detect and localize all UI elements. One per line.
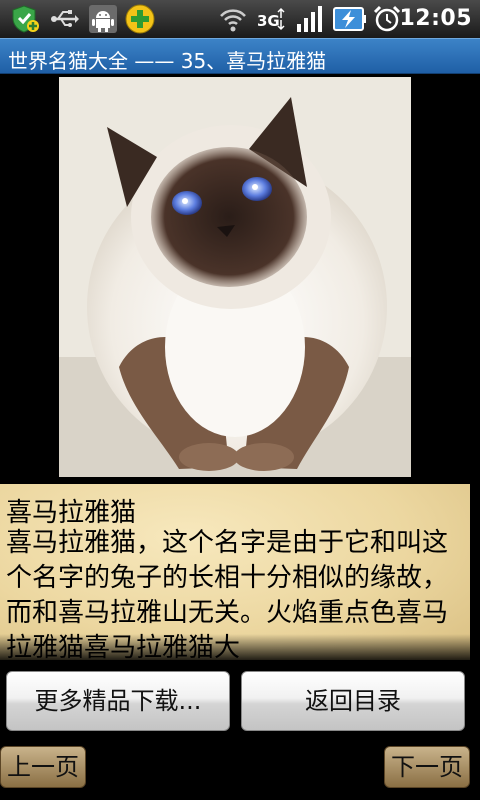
next-page-button[interactable]: 下一页: [384, 746, 470, 788]
back-to-index-button[interactable]: 返回目录: [241, 671, 465, 731]
usb-icon: [51, 10, 79, 27]
scrollbar-track[interactable]: [470, 484, 480, 660]
description-panel[interactable]: 喜马拉雅猫 喜马拉雅猫，这个名字是由于它和叫这个名字的兔子的长相十分相似的缘故，…: [0, 484, 470, 660]
3g-icon: 3G: [257, 7, 285, 31]
title-bar: 世界名猫大全 —— 35、喜马拉雅猫: [0, 38, 480, 74]
svg-text:3G: 3G: [257, 12, 280, 30]
prev-page-button[interactable]: 上一页: [0, 746, 86, 788]
alarm-icon: [373, 5, 401, 32]
android-debug-icon: [89, 5, 117, 33]
status-bar: 3G 12:05: [0, 0, 480, 38]
wifi-icon: [220, 9, 246, 32]
cat-photo: [59, 77, 411, 477]
signal-icon: [297, 6, 322, 32]
battery-charging-icon: [333, 7, 366, 31]
text-fade: [0, 634, 470, 660]
status-time: 12:05: [399, 6, 472, 31]
more-downloads-button[interactable]: 更多精品下载...: [6, 671, 230, 731]
breed-heading: 喜马拉雅猫: [6, 498, 137, 528]
plus-app-icon: [125, 4, 155, 34]
shield-plus-icon: [12, 5, 39, 33]
page-title: 世界名猫大全 —— 35、喜马拉雅猫: [8, 49, 327, 73]
